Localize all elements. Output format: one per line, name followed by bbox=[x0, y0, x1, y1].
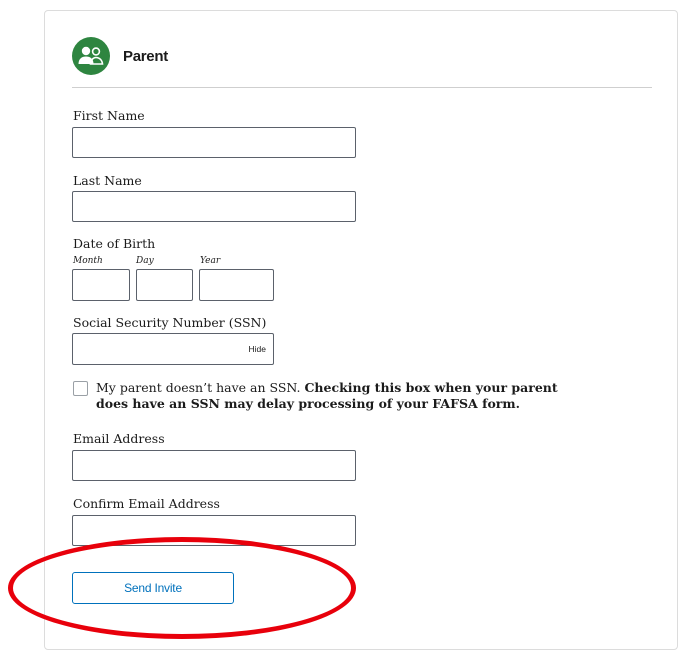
dob-day-label: Day bbox=[136, 256, 154, 266]
section-title: Parent bbox=[123, 47, 168, 65]
dob-month-label: Month bbox=[73, 256, 103, 266]
ssn-input[interactable] bbox=[72, 333, 274, 365]
dob-month-input[interactable] bbox=[72, 269, 130, 301]
dob-day-input[interactable] bbox=[136, 269, 193, 301]
ssn-hide-toggle[interactable]: Hide bbox=[249, 344, 266, 354]
send-invite-button[interactable]: Send Invite bbox=[72, 572, 234, 604]
parent-form-card bbox=[44, 10, 678, 650]
ssn-label: Social Security Number (SSN) bbox=[73, 315, 267, 330]
section-header: Parent bbox=[72, 37, 168, 75]
first-name-label: First Name bbox=[73, 108, 145, 123]
last-name-input[interactable] bbox=[72, 191, 356, 222]
confirm-email-input[interactable] bbox=[72, 515, 356, 546]
email-label: Email Address bbox=[73, 431, 165, 446]
dob-label: Date of Birth bbox=[73, 236, 156, 251]
email-input[interactable] bbox=[72, 450, 356, 481]
header-divider bbox=[72, 87, 652, 88]
parent-user-icon bbox=[72, 37, 110, 75]
no-ssn-text: My parent doesn’t have an SSN. bbox=[96, 380, 301, 395]
dob-year-label: Year bbox=[200, 256, 221, 266]
confirm-email-label: Confirm Email Address bbox=[73, 496, 220, 511]
first-name-input[interactable] bbox=[72, 127, 356, 158]
dob-year-input[interactable] bbox=[199, 269, 274, 301]
no-ssn-checkbox[interactable] bbox=[73, 381, 88, 396]
ssn-field-wrapper: Hide bbox=[72, 333, 274, 365]
last-name-label: Last Name bbox=[73, 173, 142, 188]
no-ssn-checkbox-label: My parent doesn’t have an SSN. Checking … bbox=[96, 380, 586, 412]
